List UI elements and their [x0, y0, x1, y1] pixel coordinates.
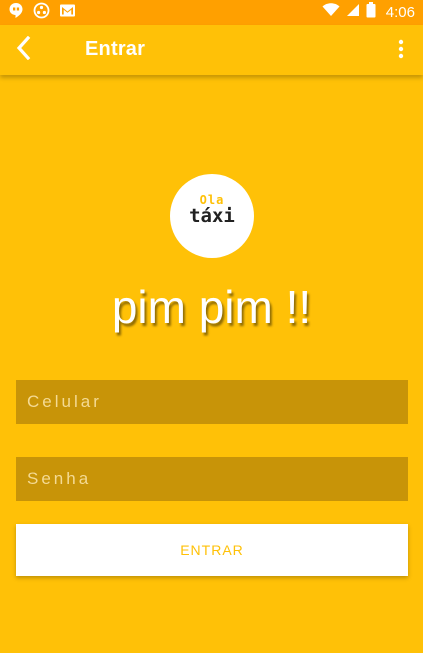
- logo-text-taxi: táxi: [189, 205, 235, 227]
- back-button[interactable]: [8, 34, 40, 66]
- overflow-menu-button[interactable]: [389, 36, 413, 66]
- status-bar: 4:06: [0, 0, 423, 25]
- overflow-menu-icon: [398, 39, 404, 64]
- status-system: 4:06: [322, 2, 415, 23]
- status-time: 4:06: [385, 4, 415, 21]
- status-notifications: [8, 2, 76, 24]
- page-title: Entrar: [85, 38, 146, 60]
- sync-icon: [33, 2, 50, 24]
- battery-icon: [366, 2, 376, 23]
- wifi-icon: [322, 3, 340, 22]
- phone-input[interactable]: [16, 380, 408, 424]
- hangouts-icon: [8, 2, 24, 24]
- chevron-left-icon: [15, 35, 33, 65]
- gmail-icon: [59, 3, 76, 23]
- cellular-signal-icon: [346, 3, 360, 22]
- login-screen: 4:06 Entrar Ola táxi pim pim !! Celular …: [0, 0, 423, 653]
- login-button[interactable]: ENTRAR: [16, 524, 408, 576]
- app-bar: Entrar: [0, 25, 423, 75]
- headline: pim pim !!: [111, 281, 312, 333]
- app-logo: Ola táxi: [170, 174, 254, 258]
- password-input[interactable]: [16, 457, 408, 501]
